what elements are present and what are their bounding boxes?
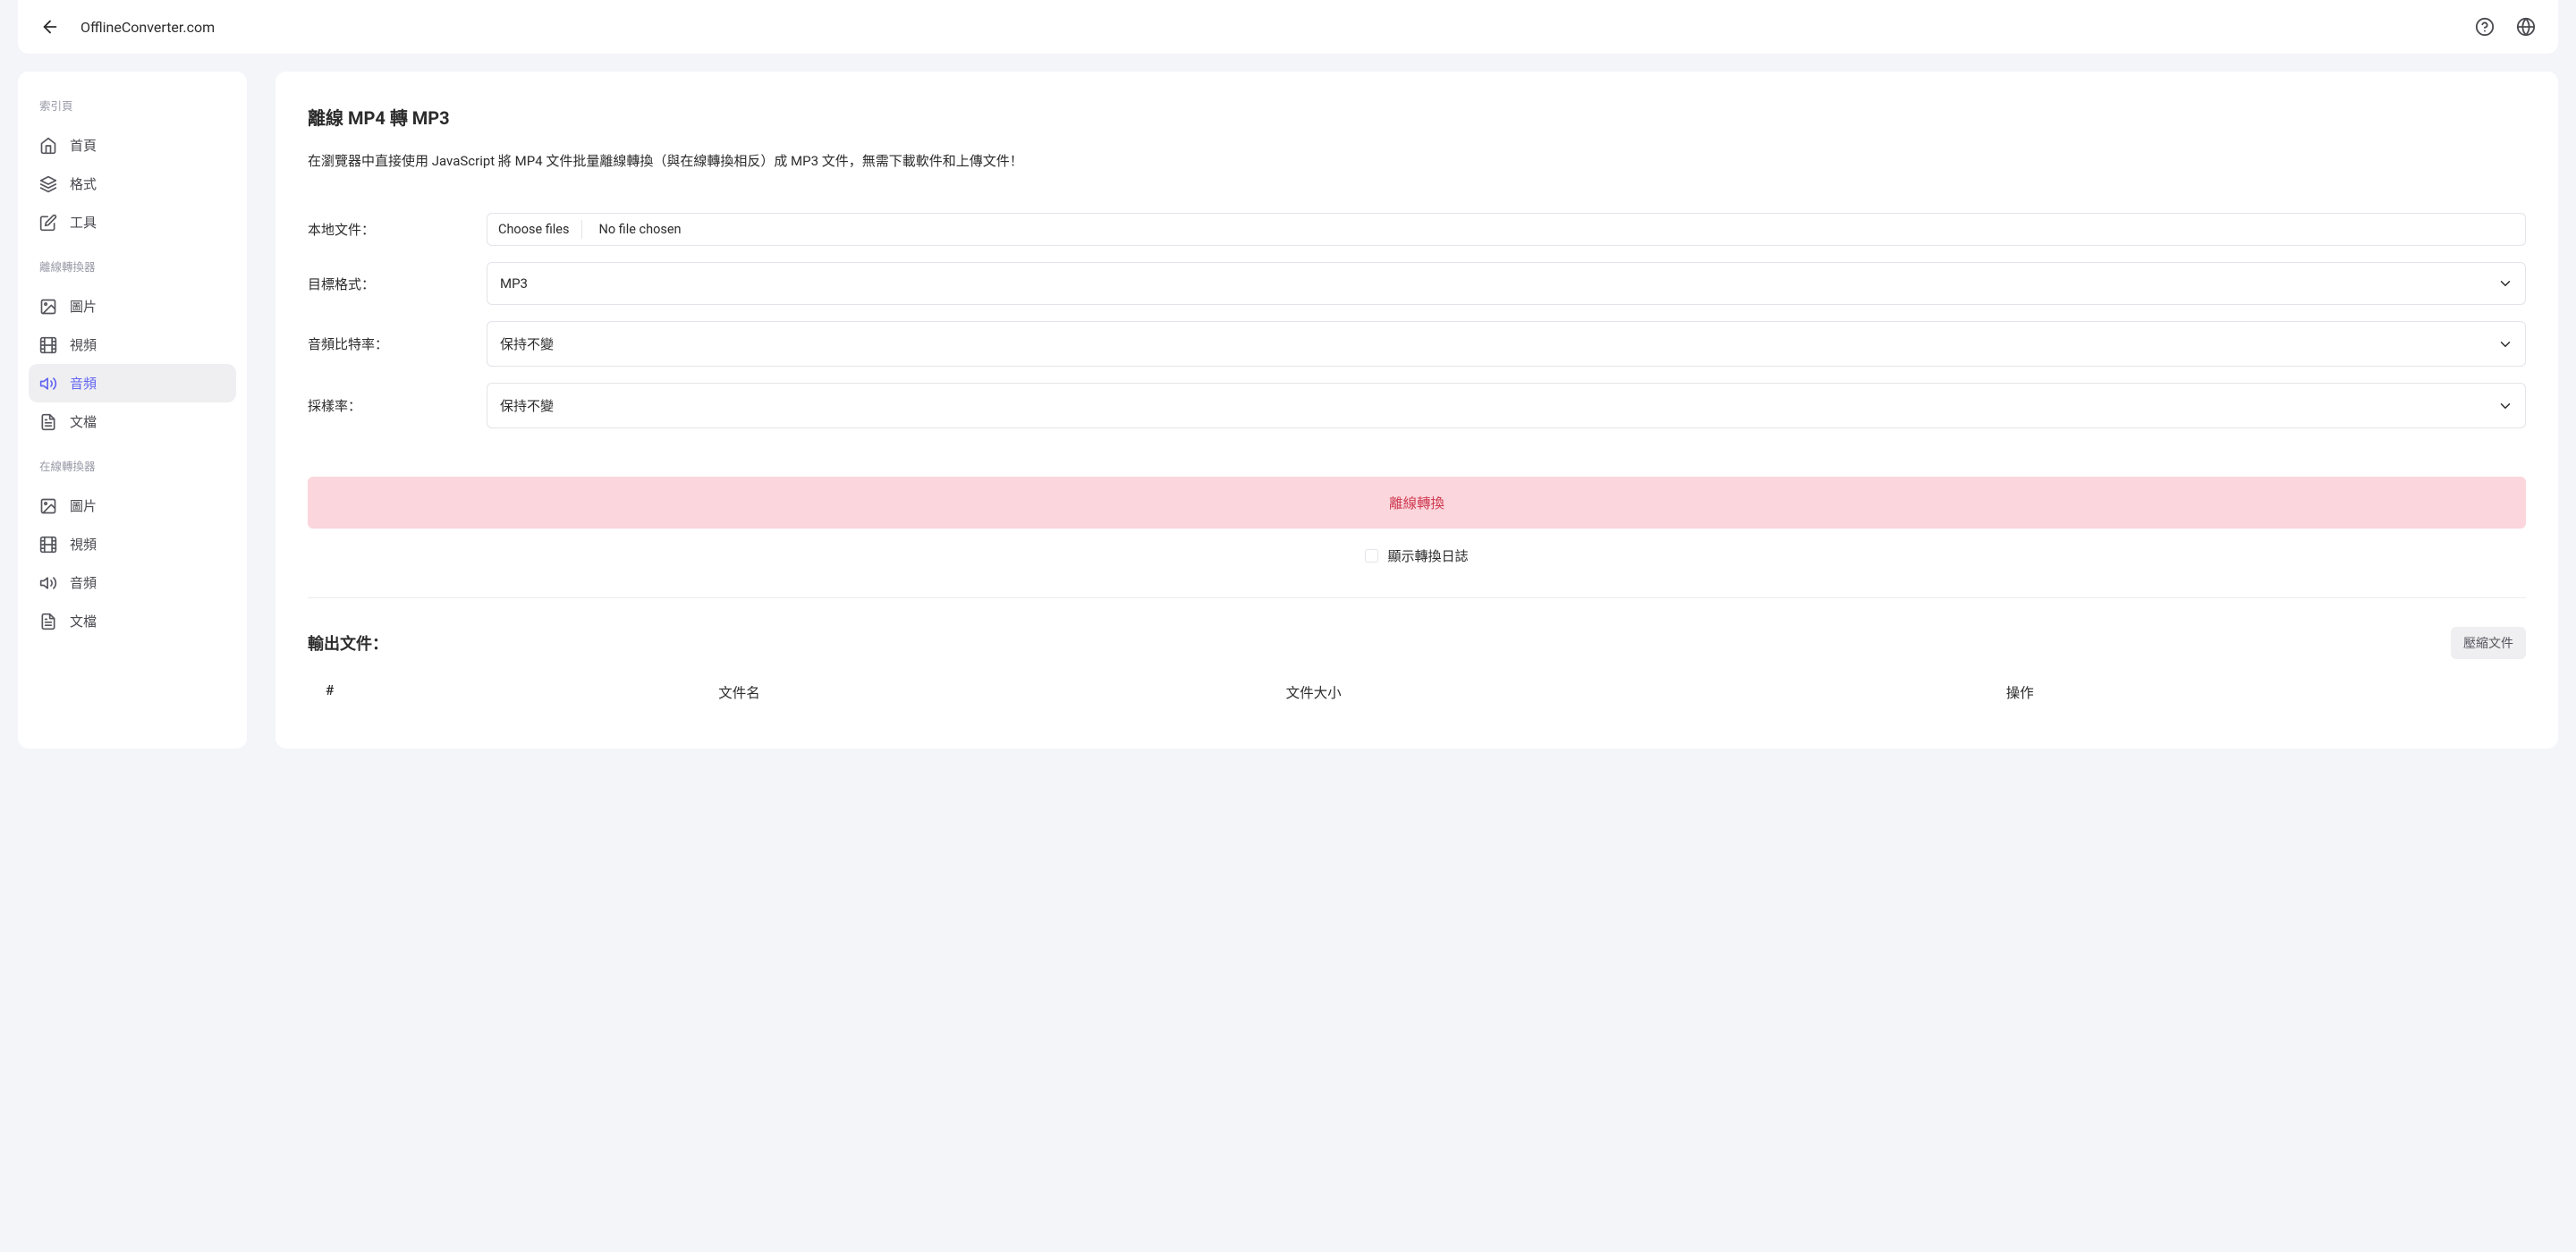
sidebar-section-online: 在線轉換器 <box>29 441 236 486</box>
th-index: # <box>326 682 718 702</box>
brand-title[interactable]: OfflineConverter.com <box>80 19 215 36</box>
divider <box>308 597 2526 598</box>
sidebar-item-tools[interactable]: 工具 <box>29 203 236 241</box>
bitrate-label: 音頻比特率： <box>308 334 487 353</box>
sidebar-item-offline-video[interactable]: 視頻 <box>29 326 236 364</box>
sidebar-item-label: 視頻 <box>70 335 97 354</box>
sidebar: 索引頁 首頁 格式 工具 離線轉換器 圖片 <box>18 72 247 749</box>
file-input[interactable]: Choose files No file chosen <box>487 213 2526 246</box>
arrow-left-icon <box>40 17 60 37</box>
volume-icon <box>39 574 57 592</box>
output-title: 輸出文件： <box>308 631 388 655</box>
help-button[interactable] <box>2470 13 2499 41</box>
sidebar-item-offline-document[interactable]: 文檔 <box>29 402 236 441</box>
sidebar-item-home[interactable]: 首頁 <box>29 126 236 165</box>
layers-icon <box>39 175 57 193</box>
home-icon <box>39 137 57 155</box>
back-button[interactable] <box>36 13 64 41</box>
form-row-target-format: 目標格式： MP3 <box>308 262 2526 305</box>
sidebar-item-label: 首頁 <box>70 136 97 155</box>
main-content: 離線 MP4 轉 MP3 在瀏覽器中直接使用 JavaScript 將 MP4 … <box>275 72 2558 749</box>
bitrate-select[interactable]: 保持不變 <box>487 321 2526 367</box>
no-file-text: No file chosen <box>598 222 681 237</box>
sidebar-item-online-video[interactable]: 視頻 <box>29 525 236 563</box>
sidebar-item-label: 文檔 <box>70 612 97 630</box>
topbar: OfflineConverter.com <box>18 0 2558 54</box>
volume-icon <box>39 375 57 393</box>
sidebar-item-online-document[interactable]: 文檔 <box>29 602 236 640</box>
sidebar-item-label: 視頻 <box>70 535 97 554</box>
output-header: 輸出文件： 壓縮文件 <box>308 627 2526 659</box>
sidebar-item-label: 音頻 <box>70 374 97 393</box>
show-log-row[interactable]: 顯示轉換日誌 <box>308 546 2526 565</box>
target-format-label: 目標格式： <box>308 275 487 293</box>
page-description: 在瀏覽器中直接使用 JavaScript 將 MP4 文件批量離線轉換（與在線轉… <box>308 151 2526 170</box>
th-action: 操作 <box>2006 682 2508 702</box>
form-row-samplerate: 採樣率： 保持不變 <box>308 383 2526 428</box>
edit-icon <box>39 214 57 232</box>
samplerate-label: 採樣率： <box>308 396 487 415</box>
sidebar-section-offline: 離線轉換器 <box>29 241 236 287</box>
sidebar-item-online-image[interactable]: 圖片 <box>29 486 236 525</box>
globe-icon <box>2516 17 2536 37</box>
sidebar-item-offline-audio[interactable]: 音頻 <box>29 364 236 402</box>
topbar-left: OfflineConverter.com <box>36 13 2470 41</box>
target-format-select[interactable]: MP3 <box>487 262 2526 305</box>
th-size: 文件大小 <box>1286 682 2006 702</box>
film-icon <box>39 536 57 554</box>
page-title: 離線 MP4 轉 MP3 <box>308 104 2526 130</box>
local-file-label: 本地文件： <box>308 220 487 239</box>
sidebar-item-label: 工具 <box>70 213 97 232</box>
sidebar-item-online-audio[interactable]: 音頻 <box>29 563 236 602</box>
choose-files-button[interactable]: Choose files <box>496 220 582 239</box>
sidebar-item-label: 格式 <box>70 174 97 193</box>
show-log-checkbox[interactable] <box>1365 549 1378 563</box>
th-name: 文件名 <box>718 682 1285 702</box>
sidebar-item-offline-image[interactable]: 圖片 <box>29 287 236 326</box>
sidebar-item-label: 文檔 <box>70 412 97 431</box>
file-text-icon <box>39 413 57 431</box>
film-icon <box>39 336 57 354</box>
form-row-bitrate: 音頻比特率： 保持不變 <box>308 321 2526 367</box>
compress-button[interactable]: 壓縮文件 <box>2451 627 2526 659</box>
sidebar-item-label: 圖片 <box>70 496 97 515</box>
image-icon <box>39 497 57 515</box>
form-row-local-file: 本地文件： Choose files No file chosen <box>308 213 2526 246</box>
samplerate-select[interactable]: 保持不變 <box>487 383 2526 428</box>
show-log-label: 顯示轉換日誌 <box>1387 546 1468 565</box>
sidebar-item-formats[interactable]: 格式 <box>29 165 236 203</box>
output-table-header: # 文件名 文件大小 操作 <box>308 679 2526 706</box>
sidebar-item-label: 圖片 <box>70 297 97 316</box>
sidebar-item-label: 音頻 <box>70 573 97 592</box>
language-button[interactable] <box>2512 13 2540 41</box>
image-icon <box>39 298 57 316</box>
layout: 索引頁 首頁 格式 工具 離線轉換器 圖片 <box>0 72 2576 766</box>
convert-button[interactable]: 離線轉換 <box>308 477 2526 529</box>
sidebar-section-index: 索引頁 <box>29 89 236 126</box>
topbar-right <box>2470 13 2540 41</box>
file-text-icon <box>39 613 57 630</box>
help-circle-icon <box>2475 17 2495 37</box>
